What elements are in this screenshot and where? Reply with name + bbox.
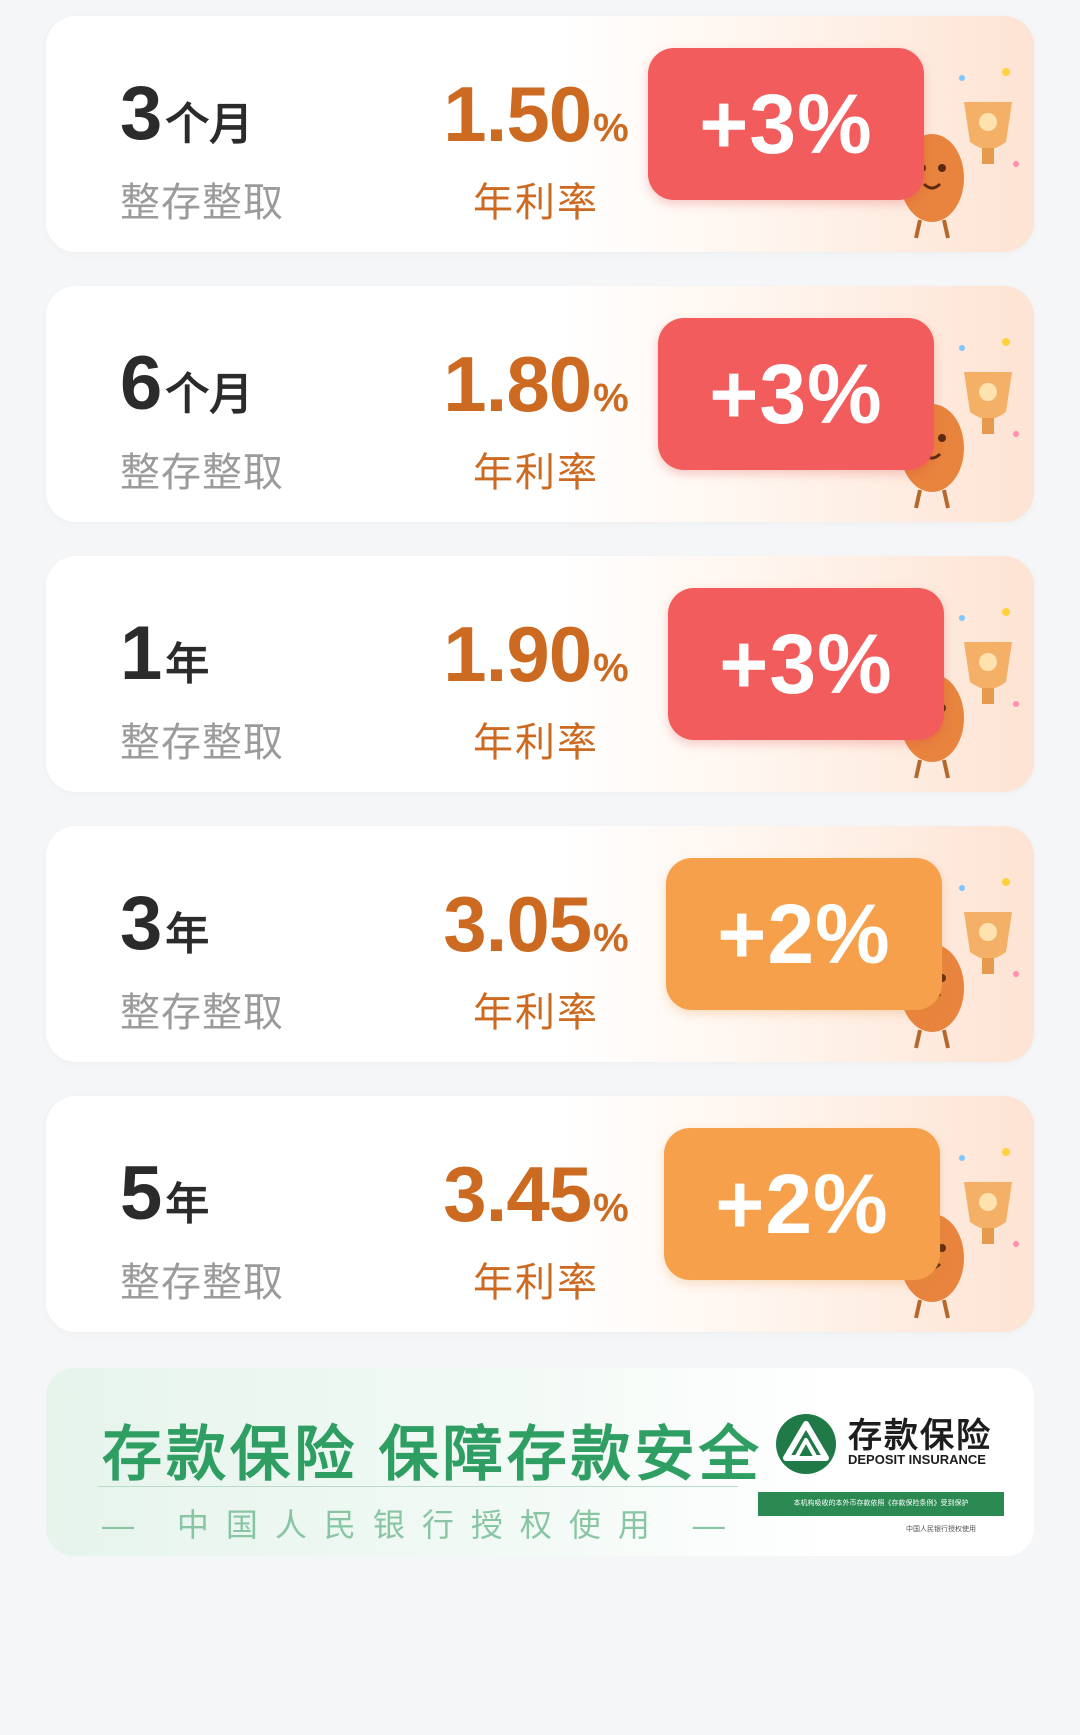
term: 3个月 [120,71,254,156]
term: 1年 [120,611,210,696]
deposit-insurance-banner[interactable]: 存款保险 保障存款安全 — 中国人民银行授权使用 — 存款保险 DEPOSIT … [46,1368,1034,1556]
banner-subtitle: — 中国人民银行授权使用 — [102,1507,742,1543]
deposit-type: 整存整取 [120,721,284,765]
interest-rate: 3.45% [443,1150,629,1238]
banner-divider [98,1486,738,1487]
term: 5年 [120,1151,210,1236]
interest-rate: 1.80% [443,340,629,428]
bonus-badge: +3% [648,48,924,200]
deposit-card-1-year[interactable]: 1年 整存整取 1.90% 年利率 +3% [46,556,1034,792]
term: 6个月 [120,341,254,426]
bonus-badge: +2% [666,858,942,1010]
deposit-insurance-logo-icon [776,1414,836,1474]
bonus-badge: +3% [658,318,934,470]
deposit-card-6-month[interactable]: 6个月 整存整取 1.80% 年利率 +3% [46,286,1034,522]
deposit-card-5-year[interactable]: 5年 整存整取 3.45% 年利率 +2% [46,1096,1034,1332]
bonus-badge: +2% [664,1128,940,1280]
rate-label: 年利率 [473,721,599,765]
logo-en-text: DEPOSIT INSURANCE [848,1452,986,1467]
deposit-type: 整存整取 [120,181,284,225]
deposit-card-3-month[interactable]: 3个月 整存整取 1.50% 年利率 +3% [46,16,1034,252]
interest-rate: 3.05% [443,880,629,968]
term: 3年 [120,881,210,966]
bonus-badge: +3% [668,588,944,740]
rate-label: 年利率 [473,1261,599,1305]
deposit-type: 整存整取 [120,451,284,495]
deposit-type: 整存整取 [120,1261,284,1305]
rate-label: 年利率 [473,451,599,495]
rate-label: 年利率 [473,991,599,1035]
logo-cn-text: 存款保险 [848,1417,992,1455]
deposit-type: 整存整取 [120,991,284,1035]
banner-title: 存款保险 保障存款安全 [102,1421,763,1488]
deposit-card-3-year[interactable]: 3年 整存整取 3.05% 年利率 +2% [46,826,1034,1062]
authorized-note: 中国人民银行授权使用 [906,1526,976,1533]
protection-notice: 本机构吸收的本外币存款依照《存款保险条例》受到保护 [758,1492,1004,1516]
interest-rate: 1.90% [443,610,629,698]
